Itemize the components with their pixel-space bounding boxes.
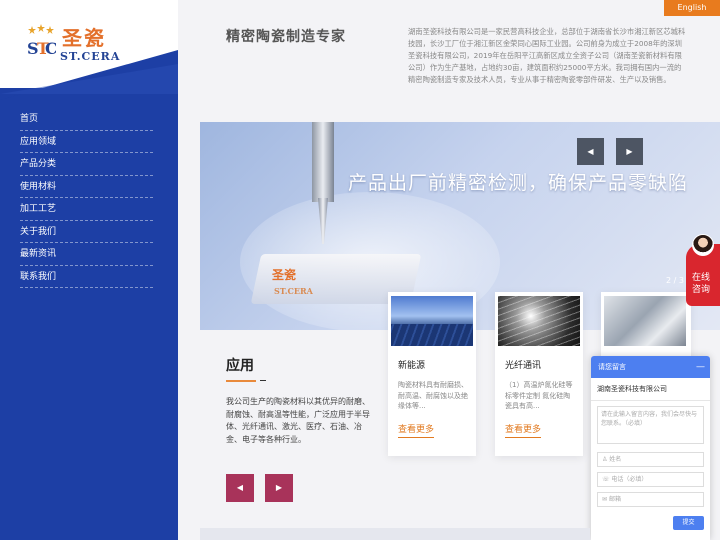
email-placeholder: 邮箱 bbox=[608, 496, 621, 503]
title-underline bbox=[226, 380, 256, 382]
application-prev-button[interactable]: ◀ bbox=[226, 474, 254, 502]
application-card-fiber[interactable]: 光纤通讯 （1）高温炉氮化硅等标零件定制 氮化硅陶瓷具有高... 查看更多 bbox=[495, 292, 583, 456]
nav-item-home[interactable]: 首页 bbox=[20, 108, 153, 131]
message-header: 请您留言 — bbox=[591, 356, 710, 378]
message-content-textarea[interactable]: 请在此输入留言内容，我们会尽快与您联系。（必填） bbox=[597, 406, 704, 444]
metal-parts-image bbox=[604, 296, 686, 346]
consult-label: 在线 咨询 bbox=[692, 272, 710, 296]
part-engraving-en: ST.CERA bbox=[274, 286, 313, 296]
logo-name-en: ST.CERA bbox=[60, 50, 121, 63]
arrow-right-icon: ▶ bbox=[275, 483, 283, 492]
name-input[interactable]: ♙ 姓名 bbox=[597, 452, 704, 467]
english-language-button[interactable]: English bbox=[664, 0, 720, 16]
message-header-title: 请您留言 bbox=[598, 363, 626, 371]
banner-slogan: 产品出厂前精密检测，确保产品零缺陷 bbox=[348, 172, 689, 194]
application-next-button[interactable]: ▶ bbox=[265, 474, 293, 502]
title-dash bbox=[260, 380, 266, 381]
minimize-icon[interactable]: — bbox=[696, 356, 705, 378]
application-card-new-energy[interactable]: 新能源 陶瓷材料具有耐磨损、耐高温、耐腐蚀以及绝缘体等... 查看更多 bbox=[388, 292, 476, 456]
consult-label-line1: 在线 bbox=[692, 273, 711, 283]
nav-item-materials[interactable]: 使用材料 bbox=[20, 176, 153, 198]
banner-prev-button[interactable]: ◀ bbox=[577, 138, 604, 165]
solar-panel-image bbox=[391, 296, 473, 346]
logo-name-cn: 圣瓷 bbox=[62, 26, 106, 50]
logo[interactable]: S T C 圣瓷 ST.CERA bbox=[26, 20, 126, 66]
svg-text:C: C bbox=[45, 39, 56, 58]
nav-item-processes[interactable]: 加工工艺 bbox=[20, 198, 153, 221]
sidebar: S T C 圣瓷 ST.CERA 首页 应用领域 产品分类 使用材料 加工工艺 … bbox=[0, 0, 178, 540]
arrow-left-icon: ◀ bbox=[587, 147, 594, 156]
agent-avatar-icon bbox=[692, 234, 714, 256]
email-input[interactable]: ✉ 邮箱 bbox=[597, 492, 704, 507]
card-description: 陶瓷材料具有耐磨损、耐高温、耐腐蚀以及绝缘体等... bbox=[398, 381, 468, 410]
phone-icon: ☏ bbox=[602, 476, 612, 483]
nav-item-applications[interactable]: 应用领域 bbox=[20, 131, 153, 153]
divider bbox=[591, 400, 710, 401]
arrow-right-icon: ▶ bbox=[626, 147, 633, 156]
optical-fiber-image bbox=[498, 296, 580, 346]
application-description: 我公司生产的陶瓷材料以其优异的耐磨、耐腐蚀、耐高温等性能，广泛应用于半导体、光纤… bbox=[226, 397, 370, 444]
intro-title: 精密陶瓷制造专家 bbox=[226, 29, 346, 45]
submit-button[interactable]: 提交 bbox=[673, 516, 704, 530]
phone-placeholder: 电话（必填） bbox=[611, 476, 648, 483]
mail-icon: ✉ bbox=[602, 496, 609, 503]
inspection-probe-image bbox=[312, 122, 334, 202]
arrow-left-icon: ◀ bbox=[236, 483, 244, 492]
card-title: 新能源 bbox=[398, 361, 426, 371]
logo-mark-icon: S T C bbox=[27, 24, 56, 58]
nav-item-products[interactable]: 产品分类 bbox=[20, 153, 153, 176]
next-section-edge bbox=[200, 528, 590, 540]
nav-item-contact[interactable]: 联系我们 bbox=[20, 266, 153, 288]
part-engraving-cn: 圣瓷 bbox=[272, 268, 297, 282]
nav-item-news[interactable]: 最新资讯 bbox=[20, 243, 153, 266]
card-title: 光纤通讯 bbox=[505, 361, 542, 371]
message-widget: 请您留言 — 湖南圣瓷科技有限公司 请在此输入留言内容，我们会尽快与您联系。（必… bbox=[591, 356, 710, 540]
message-company-name: 湖南圣瓷科技有限公司 bbox=[597, 385, 667, 393]
card-description: （1）高温炉氮化硅等标零件定制 氮化硅陶瓷具有高... bbox=[505, 381, 573, 410]
phone-input[interactable]: ☏ 电话（必填） bbox=[597, 472, 704, 487]
card-more-link[interactable]: 查看更多 bbox=[398, 422, 435, 438]
nav-item-about[interactable]: 关于我们 bbox=[20, 221, 153, 243]
main-nav: 首页 应用领域 产品分类 使用材料 加工工艺 关于我们 最新资讯 联系我们 bbox=[20, 108, 153, 288]
banner-slide-counter: 2 / 3 bbox=[666, 276, 684, 285]
consult-label-line2: 咨询 bbox=[692, 285, 711, 295]
banner-next-button[interactable]: ▶ bbox=[616, 138, 643, 165]
name-placeholder: 姓名 bbox=[609, 456, 622, 463]
online-consult-button[interactable]: 在线 咨询 bbox=[686, 234, 720, 306]
application-title: 应用 bbox=[226, 358, 254, 374]
intro-text: 湖南圣瓷科技有限公司是一家民营高科技企业，总部位于湖南省长沙市湘江新区芯城科技园… bbox=[408, 27, 686, 84]
card-more-link[interactable]: 查看更多 bbox=[505, 422, 542, 438]
